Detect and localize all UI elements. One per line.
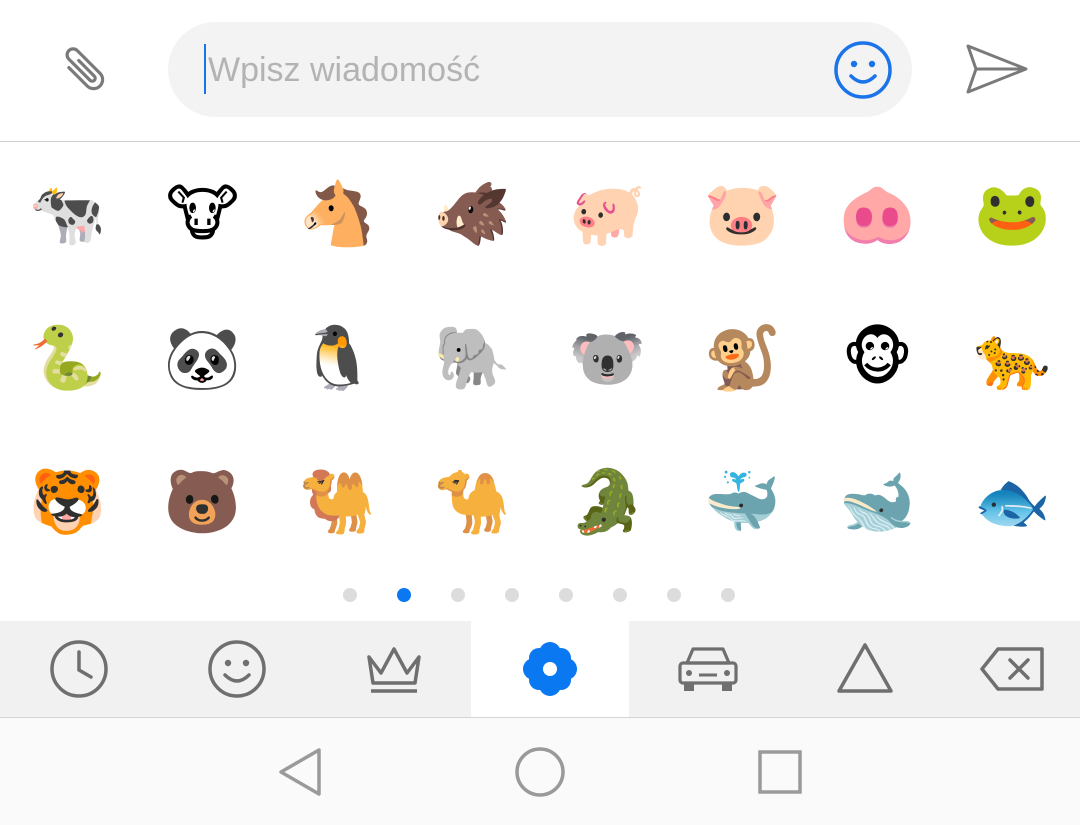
emoji-glyph: 🐘: [433, 321, 512, 394]
category-tab-travel[interactable]: [629, 621, 787, 717]
emoji-key[interactable]: 🐳: [675, 430, 810, 574]
crown-icon: [367, 647, 421, 693]
emoji-key[interactable]: 🐗: [405, 142, 540, 286]
nav-recents-button[interactable]: [748, 740, 812, 804]
emoji-key[interactable]: 🐄: [0, 142, 135, 286]
emoji-key[interactable]: 🐷: [675, 142, 810, 286]
category-tab-nature[interactable]: [471, 621, 629, 717]
emoji-panel: 🐄 🐮 🐴 🐗 🐖 🐷 🐽 🐸 🐍 🐼 🐧 🐘 🐨 🐒 🐵 🐆 🐯 🐻 🐫 🐪 🐊 🐳 🐋 🐟: [0, 142, 1080, 620]
page-dot[interactable]: [721, 588, 735, 602]
page-dot[interactable]: [613, 588, 627, 602]
emoji-key[interactable]: 🐮: [135, 142, 270, 286]
emoji-key[interactable]: 🐒: [675, 286, 810, 430]
send-icon: [966, 44, 1028, 94]
message-input[interactable]: [206, 44, 810, 96]
page-dot[interactable]: [343, 588, 357, 602]
emoji-key[interactable]: 🐘: [405, 286, 540, 430]
emoji-key[interactable]: 🐻: [135, 430, 270, 574]
emoji-grid: 🐄 🐮 🐴 🐗 🐖 🐷 🐽 🐸 🐍 🐼 🐧 🐘 🐨 🐒 🐵 🐆 🐯 🐻 🐫 🐪 🐊 🐳 🐋 🐟: [0, 142, 1080, 574]
back-triangle-icon: [279, 748, 321, 796]
emoji-glyph: 🐊: [568, 465, 647, 538]
attach-button[interactable]: [48, 36, 118, 102]
page-dot[interactable]: [559, 588, 573, 602]
paperclip-icon: [65, 47, 105, 91]
backspace-button[interactable]: [934, 621, 1080, 717]
triangle-icon: [837, 643, 893, 693]
emoji-key[interactable]: 🐴: [270, 142, 405, 286]
send-button[interactable]: [960, 38, 1032, 100]
emoji-glyph: 🐯: [28, 465, 107, 538]
emoji-glyph: 🐻: [163, 465, 242, 538]
emoji-glyph: 🐪: [433, 465, 512, 538]
emoji-toggle-button[interactable]: [832, 39, 894, 101]
emoji-key[interactable]: 🐍: [0, 286, 135, 430]
emoji-key[interactable]: 🐊: [540, 430, 675, 574]
emoji-key[interactable]: 🐫: [270, 430, 405, 574]
emoji-glyph: 🐨: [568, 321, 647, 394]
emoji-glyph: 🐴: [298, 177, 377, 250]
message-composer: [0, 0, 1080, 141]
page-dot[interactable]: [667, 588, 681, 602]
emoji-key[interactable]: 🐆: [945, 286, 1080, 430]
emoji-category-bar: [0, 621, 1080, 717]
page-dot[interactable]: [451, 588, 465, 602]
emoji-key[interactable]: 🐸: [945, 142, 1080, 286]
emoji-key[interactable]: 🐧: [270, 286, 405, 430]
message-input-container[interactable]: [168, 22, 912, 117]
emoji-glyph: 🐗: [433, 177, 512, 250]
emoji-glyph: 🐵: [841, 321, 914, 394]
nav-home-button[interactable]: [508, 740, 572, 804]
emoji-glyph: 🐷: [703, 177, 782, 250]
flower-icon: [523, 642, 577, 696]
emoji-glyph: 🐟: [973, 465, 1052, 538]
emoji-glyph: 🐆: [973, 321, 1052, 394]
emoji-key[interactable]: 🐼: [135, 286, 270, 430]
emoji-glyph: 🐋: [838, 465, 917, 538]
emoji-glyph: 🐸: [973, 177, 1052, 250]
backspace-icon: [980, 647, 1044, 691]
category-tab-objects[interactable]: [315, 621, 473, 717]
emoji-key[interactable]: 🐋: [810, 430, 945, 574]
category-tab-people[interactable]: [158, 621, 316, 717]
emoji-key[interactable]: 🐵: [810, 286, 945, 430]
emoji-glyph: 🐍: [28, 321, 107, 394]
clock-icon: [50, 640, 108, 698]
car-icon: [678, 647, 738, 691]
emoji-glyph: 🐧: [298, 321, 377, 394]
emoji-glyph: 🐼: [163, 321, 242, 394]
home-circle-icon: [515, 747, 565, 797]
category-tab-symbols[interactable]: [786, 621, 944, 717]
recents-square-icon: [758, 750, 802, 794]
emoji-key[interactable]: 🐯: [0, 430, 135, 574]
page-dot-active[interactable]: [397, 588, 411, 602]
emoji-glyph: 🐳: [703, 465, 782, 538]
smiley-icon: [208, 640, 266, 698]
smiley-icon: [834, 41, 892, 99]
emoji-glyph: 🐖: [568, 177, 647, 250]
emoji-glyph: 🐽: [838, 177, 917, 250]
emoji-glyph: 🐮: [165, 177, 240, 250]
category-tab-recent[interactable]: [0, 621, 158, 717]
emoji-glyph: 🐄: [28, 177, 107, 250]
emoji-glyph: 🐫: [298, 465, 377, 538]
emoji-glyph: 🐒: [703, 321, 782, 394]
emoji-key[interactable]: 🐪: [405, 430, 540, 574]
page-indicator: [0, 588, 1080, 604]
system-nav-bar: [0, 718, 1080, 825]
emoji-key[interactable]: 🐖: [540, 142, 675, 286]
emoji-key[interactable]: 🐨: [540, 286, 675, 430]
emoji-key[interactable]: 🐟: [945, 430, 1080, 574]
page-dot[interactable]: [505, 588, 519, 602]
nav-back-button[interactable]: [268, 740, 332, 804]
emoji-key[interactable]: 🐽: [810, 142, 945, 286]
